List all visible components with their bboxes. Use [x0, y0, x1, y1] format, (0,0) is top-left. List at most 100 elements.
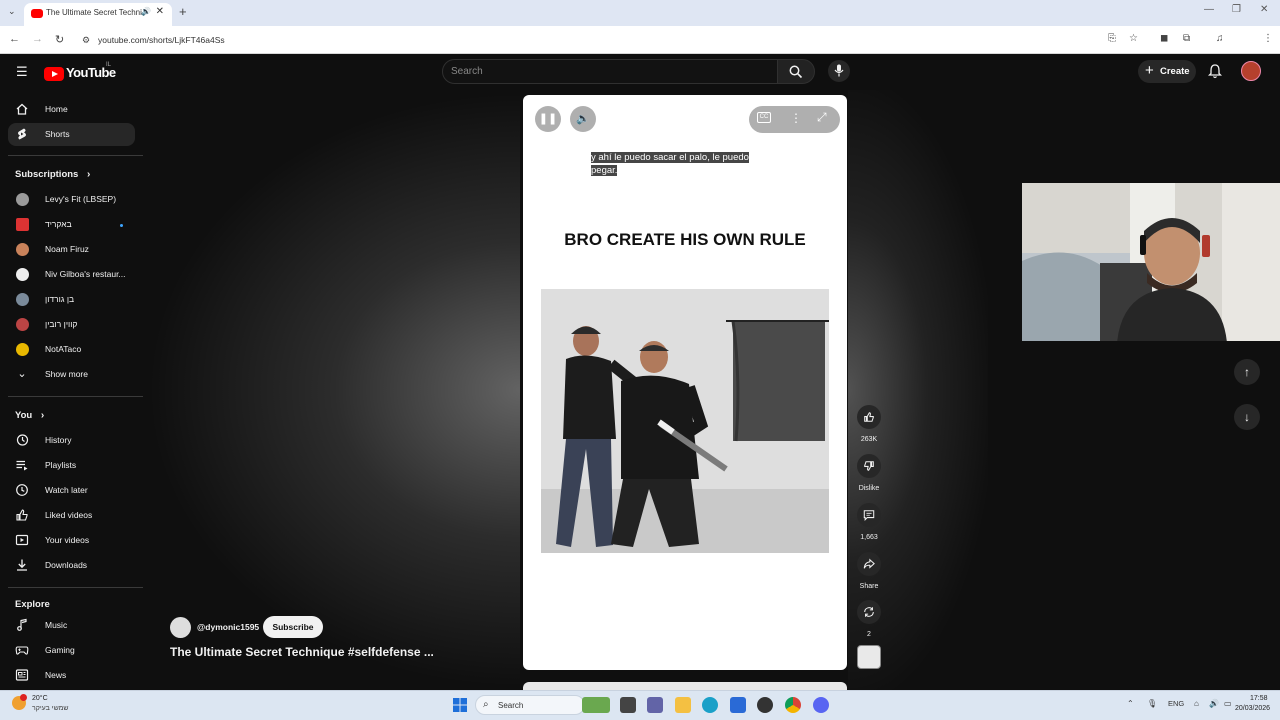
extension-icon[interactable]: ◼ [1160, 33, 1168, 44]
voice-search-button[interactable] [828, 60, 850, 82]
app-icon[interactable] [757, 697, 773, 713]
media-control-icon[interactable]: ♫ [1216, 33, 1224, 44]
search-button[interactable] [777, 59, 815, 84]
search-input[interactable] [442, 59, 778, 84]
fullscreen-icon[interactable]: ⤢ [817, 110, 827, 125]
tab-audio-icon[interactable]: 🔊 [141, 7, 151, 16]
gaming-icon [15, 646, 29, 655]
more-options-icon[interactable]: ⋮ [790, 111, 802, 125]
dislike-button[interactable] [857, 454, 881, 478]
sidebar-item-home[interactable]: Home [8, 98, 135, 121]
sidebar-item-news[interactable]: News [8, 664, 135, 687]
short-title[interactable]: The Ultimate Secret Technique #selfdefen… [170, 645, 434, 659]
browser-menu-icon[interactable]: ⋮ [1263, 33, 1273, 44]
show-more-button[interactable]: ⌄ Show more [8, 363, 135, 386]
remix-icon [864, 607, 874, 617]
channel-handle[interactable]: @dymonic1595 [197, 622, 259, 632]
weather-description: שמשי בעיקר [32, 705, 69, 712]
install-app-icon[interactable]: ⎘ [1108, 33, 1116, 44]
chevron-right-icon: › [86, 169, 91, 180]
address-bar[interactable]: youtube.com/shorts/LjkFT46a4Ss [98, 35, 225, 45]
sidebar-item-shorts[interactable]: Shorts [8, 123, 135, 146]
minimize-button[interactable]: — [1204, 4, 1214, 15]
downloads-icon [17, 559, 27, 571]
maximize-button[interactable]: ❐ [1232, 4, 1241, 15]
browser-tab-active[interactable]: The Ultimate Secret Techni 🔊 ✕ [24, 3, 172, 26]
sidebar-item-history[interactable]: History [8, 429, 135, 452]
pause-button[interactable]: ❚❚ [535, 106, 561, 132]
folder-icon[interactable] [675, 697, 691, 713]
chevron-down-icon: ⌄ [17, 368, 27, 380]
captions-icon[interactable]: CC [757, 112, 771, 123]
history-icon [16, 434, 29, 446]
clock-time[interactable]: 17:58 [1250, 695, 1268, 702]
language-indicator[interactable]: ENG [1168, 699, 1184, 708]
dislike-label: Dislike [858, 485, 880, 492]
sidebar-item-liked-videos[interactable]: Liked videos [8, 504, 135, 527]
extensions-puzzle-icon[interactable]: ⧉ [1183, 33, 1190, 44]
like-button[interactable] [857, 405, 881, 429]
channel-avatar[interactable] [170, 617, 191, 638]
clock-date[interactable]: 20/03/2026 [1235, 705, 1270, 712]
caption-line: y ahí le puedo sacar el palo, le puedo [591, 152, 749, 163]
sidebar-item-subscription[interactable]: קווין רובין [8, 313, 135, 336]
channel-avatar [16, 218, 29, 231]
sidebar-item-subscription[interactable]: NotATaco [8, 338, 135, 361]
account-avatar[interactable] [1241, 61, 1261, 81]
sidebar-item-watch-later[interactable]: Watch later [8, 479, 135, 502]
create-button[interactable]: + Create [1138, 60, 1196, 83]
chrome-browser-icon[interactable] [785, 697, 801, 713]
share-button[interactable] [857, 552, 881, 576]
tab-close-icon[interactable]: ✕ [156, 6, 164, 17]
remix-button[interactable] [857, 600, 881, 624]
playlists-icon [16, 460, 28, 471]
discord-icon[interactable] [813, 697, 829, 713]
forward-button[interactable]: → [32, 33, 43, 45]
weather-temperature[interactable]: 20°C [32, 695, 48, 702]
sidebar-item-subscription[interactable]: Levy's Fit (LBSEP) [8, 188, 135, 211]
sidebar-item-subscription[interactable]: Niv Gilboa's restaur... [8, 263, 135, 286]
sidebar-item-your-videos[interactable]: Your videos [8, 529, 135, 552]
comments-button[interactable] [857, 503, 881, 527]
window-close-button[interactable]: ✕ [1260, 4, 1268, 15]
new-tab-button[interactable]: + [179, 4, 187, 19]
volume-button[interactable]: 🔈 [570, 106, 596, 132]
tab-list-chevron-icon[interactable]: ⌄ [8, 6, 16, 17]
subscriptions-heading[interactable]: Subscriptions › [15, 169, 90, 180]
reload-button[interactable]: ↻ [55, 33, 64, 46]
sidebar-item-subscription[interactable]: Noam Firuz [8, 238, 135, 261]
channel-avatar [16, 318, 29, 331]
file-explorer-icon[interactable] [620, 697, 636, 713]
you-heading[interactable]: You › [15, 410, 44, 421]
volume-tray-icon[interactable]: 🔊 [1209, 699, 1219, 708]
player-controls-group: CC ⋮ ⤢ [749, 106, 840, 133]
taskbar-search-box[interactable]: ⌕ Search [475, 695, 585, 715]
sidebar-item-gaming[interactable]: Gaming [8, 639, 135, 662]
sidebar-item-subscription[interactable]: בן גורדון [8, 288, 135, 311]
previous-short-button[interactable]: ↑ [1234, 359, 1260, 385]
sidebar-item-music[interactable]: Music [8, 614, 135, 637]
network-icon[interactable]: ⌂ [1194, 699, 1199, 708]
audio-track-thumbnail[interactable] [857, 645, 881, 669]
plus-icon: + [1145, 62, 1154, 79]
microphone-tray-icon[interactable]: 🎙 [1147, 699, 1157, 708]
back-button[interactable]: ← [9, 33, 20, 45]
start-button-icon[interactable] [452, 697, 468, 713]
sidebar-item-playlists[interactable]: Playlists [8, 454, 135, 477]
teams-icon[interactable] [647, 697, 663, 713]
caption-line: pegar. [591, 164, 618, 176]
notifications-bell-icon[interactable] [1208, 64, 1222, 79]
sidebar-item-downloads[interactable]: Downloads [8, 554, 135, 577]
edge-browser-icon[interactable] [702, 697, 718, 713]
sidebar-item-subscription[interactable]: באקריד [8, 213, 135, 236]
site-info-icon[interactable]: ⚙ [82, 35, 90, 46]
guide-menu-icon[interactable]: ☰ [16, 64, 28, 80]
store-icon[interactable] [730, 697, 746, 713]
youtube-logo-icon[interactable] [44, 67, 64, 81]
next-short-button[interactable]: ↓ [1234, 404, 1260, 430]
taskbar-widget-icon[interactable] [582, 697, 610, 713]
bookmark-star-icon[interactable]: ☆ [1129, 33, 1138, 44]
battery-icon[interactable]: ▭ [1224, 699, 1232, 708]
tray-overflow-icon[interactable]: ⌃ [1127, 699, 1134, 708]
subscribe-button[interactable]: Subscribe [263, 616, 323, 638]
